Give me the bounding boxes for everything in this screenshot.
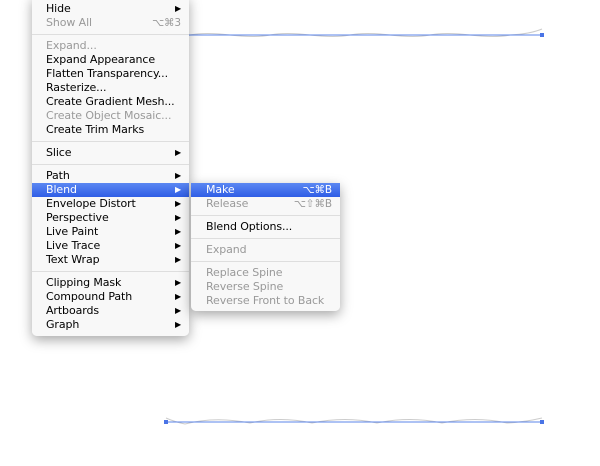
anchor-point[interactable] <box>540 33 544 37</box>
menu-item-slice[interactable]: Slice ▶ <box>32 146 189 160</box>
menu-item-path[interactable]: Path ▶ <box>32 169 189 183</box>
submenu-arrow-icon: ▶ <box>174 292 181 301</box>
menu-separator <box>32 141 189 142</box>
menu-item-show-all: Show All ⌥⌘3 <box>32 16 189 30</box>
menu-item-label: Graph <box>46 318 80 331</box>
menu-item-make[interactable]: Make ⌥⌘B <box>191 183 340 197</box>
menu-item-label: Artboards <box>46 304 99 317</box>
menu-item-label: Clipping Mask <box>46 276 122 289</box>
menu-item-blend-options[interactable]: Blend Options... <box>191 220 340 234</box>
menu-separator <box>191 215 340 216</box>
menu-item-label: Text Wrap <box>46 253 100 266</box>
submenu-arrow-icon: ▶ <box>174 171 181 180</box>
anchor-point[interactable] <box>164 420 168 424</box>
submenu-arrow-icon: ▶ <box>174 255 181 264</box>
submenu-arrow-icon: ▶ <box>174 278 181 287</box>
shortcut-label: ⌥⇧⌘B <box>293 198 332 210</box>
menu-item-label: Perspective <box>46 211 109 224</box>
menu-item-compound-path[interactable]: Compound Path ▶ <box>32 290 189 304</box>
menu-item-label: Compound Path <box>46 290 133 303</box>
submenu-arrow-icon: ▶ <box>174 306 181 315</box>
menu-separator <box>32 164 189 165</box>
submenu-arrow-icon: ▶ <box>174 213 181 222</box>
submenu-arrow-icon: ▶ <box>174 241 181 250</box>
menu-item-label: Expand <box>206 243 247 256</box>
menu-item-label: Replace Spine <box>206 266 283 279</box>
menu-item-label: Reverse Spine <box>206 280 284 293</box>
menu-item-create-object-mosaic: Create Object Mosaic... <box>32 109 189 123</box>
menu-separator <box>191 261 340 262</box>
menu-item-label: Create Object Mosaic... <box>46 109 172 122</box>
menu-item-label: Live Paint <box>46 225 99 238</box>
menu-item-clipping-mask[interactable]: Clipping Mask ▶ <box>32 276 189 290</box>
shortcut-label: ⌥⌘3 <box>152 17 181 29</box>
menu-item-label: Blend <box>46 183 77 196</box>
submenu-arrow-icon: ▶ <box>174 185 181 194</box>
menu-item-graph[interactable]: Graph ▶ <box>32 318 189 332</box>
menu-item-artboards[interactable]: Artboards ▶ <box>32 304 189 318</box>
menu-item-expand-appearance[interactable]: Expand Appearance <box>32 53 189 67</box>
menu-item-expand: Expand <box>191 243 340 257</box>
menu-item-reverse-spine: Reverse Spine <box>191 280 340 294</box>
submenu-arrow-icon: ▶ <box>174 148 181 157</box>
menu-item-create-gradient-mesh[interactable]: Create Gradient Mesh... <box>32 95 189 109</box>
menu-item-label: Rasterize... <box>46 81 107 94</box>
menu-item-label: Expand Appearance <box>46 53 155 66</box>
menu-item-perspective[interactable]: Perspective ▶ <box>32 211 189 225</box>
menu-item-label: Release <box>206 197 249 210</box>
menu-item-label: Envelope Distort <box>46 197 136 210</box>
menu-item-label: Expand... <box>46 39 97 52</box>
blend-submenu: Make ⌥⌘B Release ⌥⇧⌘B Blend Options... Expand… <box>191 183 340 311</box>
menu-item-label: Flatten Transparency... <box>46 67 168 80</box>
object-menu: Hide ▶ Show All ⌥⌘3 Expand... Expand Appearan… <box>32 0 189 336</box>
menu-item-envelope-distort[interactable]: Envelope Distort ▶ <box>32 197 189 211</box>
menu-item-live-paint[interactable]: Live Paint ▶ <box>32 225 189 239</box>
menu-item-label: Hide <box>46 2 71 15</box>
menu-item-label: Create Trim Marks <box>46 123 145 136</box>
menu-item-label: Reverse Front to Back <box>206 294 325 307</box>
menu-item-release: Release ⌥⇧⌘B <box>191 197 340 211</box>
menu-item-label: Live Trace <box>46 239 101 252</box>
submenu-arrow-icon: ▶ <box>174 199 181 208</box>
submenu-arrow-icon: ▶ <box>174 320 181 329</box>
menu-item-label: Make <box>206 183 235 196</box>
bottom-blend-path[interactable] <box>164 417 544 425</box>
menu-item-replace-spine: Replace Spine <box>191 266 340 280</box>
menu-item-text-wrap[interactable]: Text Wrap ▶ <box>32 253 189 267</box>
menu-item-hide[interactable]: Hide ▶ <box>32 2 189 16</box>
shortcut-label: ⌥⌘B <box>302 184 332 196</box>
menu-separator <box>191 238 340 239</box>
anchor-point[interactable] <box>540 420 544 424</box>
menu-item-label: Create Gradient Mesh... <box>46 95 175 108</box>
menu-item-create-trim-marks[interactable]: Create Trim Marks <box>32 123 189 137</box>
menu-separator <box>32 271 189 272</box>
menu-item-label: Path <box>46 169 70 182</box>
menu-item-label: Blend Options... <box>206 220 293 233</box>
menu-item-live-trace[interactable]: Live Trace ▶ <box>32 239 189 253</box>
menu-item-blend[interactable]: Blend ▶ <box>32 183 189 197</box>
menu-item-reverse-front-to-back: Reverse Front to Back <box>191 294 340 308</box>
menu-item-expand: Expand... <box>32 39 189 53</box>
menu-item-flatten-transparency[interactable]: Flatten Transparency... <box>32 67 189 81</box>
menu-item-rasterize[interactable]: Rasterize... <box>32 81 189 95</box>
submenu-arrow-icon: ▶ <box>174 4 181 13</box>
menu-item-label: Show All <box>46 16 93 29</box>
top-blend-path[interactable] <box>159 28 544 37</box>
menu-separator <box>32 34 189 35</box>
menu-item-label: Slice <box>46 146 72 159</box>
submenu-arrow-icon: ▶ <box>174 227 181 236</box>
